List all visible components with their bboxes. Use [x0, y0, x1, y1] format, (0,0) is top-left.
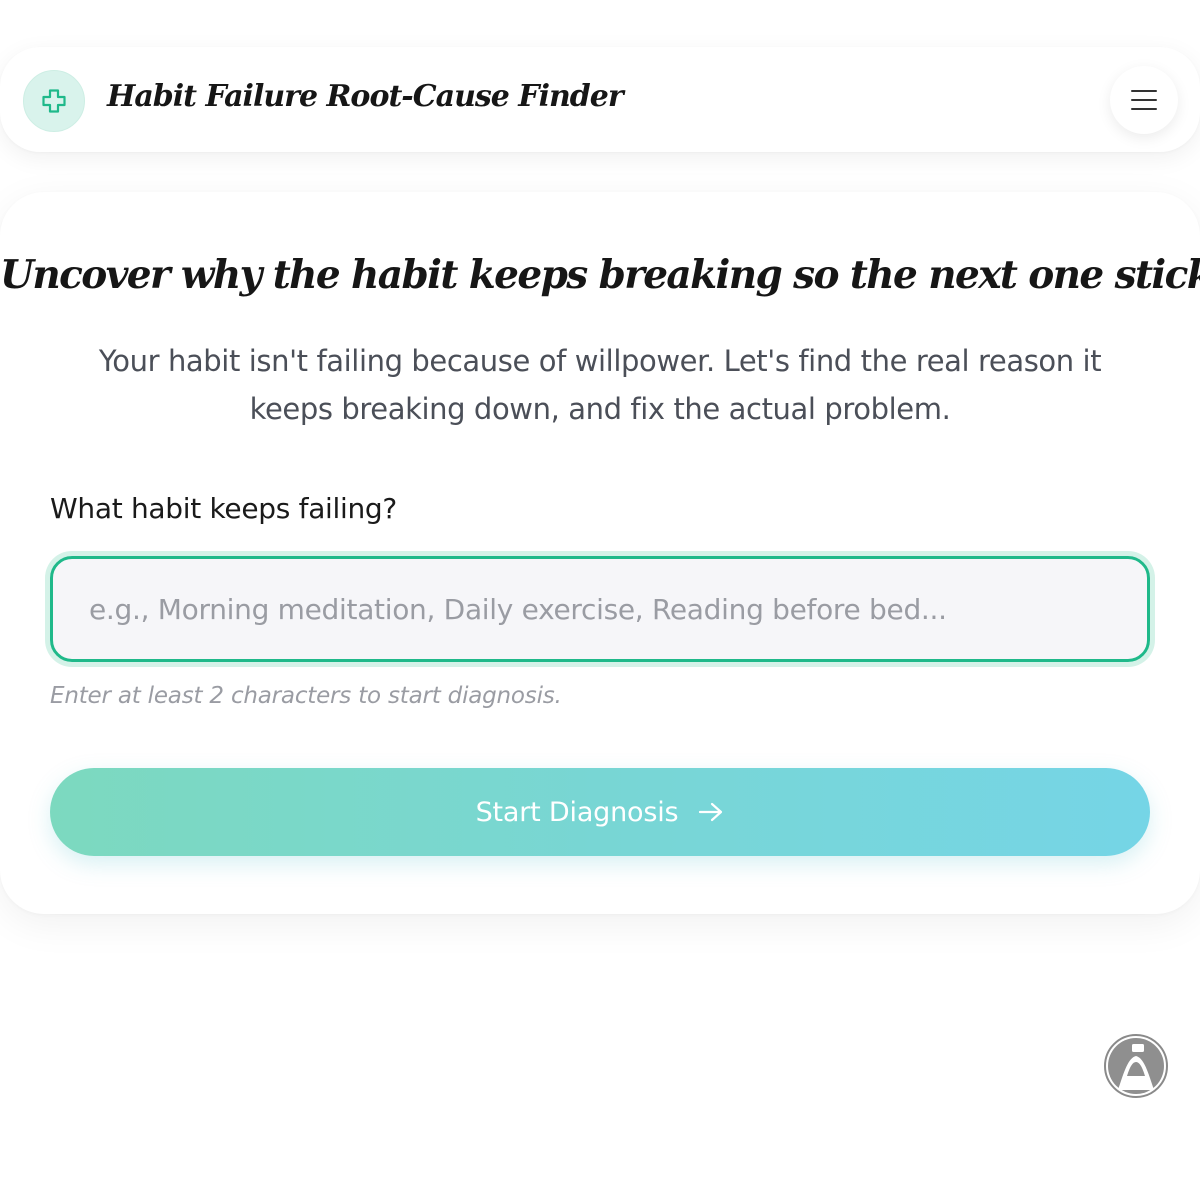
hero-subtitle: Your habit isn't failing because of will…	[98, 344, 1102, 426]
arrow-right-icon	[698, 801, 724, 823]
start-diagnosis-button[interactable]: Start Diagnosis	[50, 768, 1150, 856]
habit-field-label: What habit keeps failing?	[50, 492, 397, 525]
input-hint: Enter at least 2 characters to start dia…	[50, 683, 562, 709]
floating-avatar-button[interactable]	[1104, 1034, 1168, 1098]
logo-badge	[23, 70, 85, 132]
habit-input-wrapper	[50, 556, 1150, 662]
menu-button[interactable]	[1110, 66, 1178, 134]
app-header: Habit Failure Root-Cause Finder	[0, 47, 1200, 152]
hamburger-menu-icon	[1130, 89, 1158, 111]
medical-cross-icon	[40, 87, 68, 115]
user-avatar-icon	[1106, 1036, 1166, 1096]
diagnosis-card: Uncover why the habit keeps breaking so …	[0, 192, 1200, 914]
app-title: Habit Failure Root-Cause Finder	[107, 79, 624, 114]
page: Habit Failure Root-Cause Finder Uncover …	[0, 0, 1200, 1200]
start-diagnosis-label: Start Diagnosis	[475, 796, 679, 828]
habit-input[interactable]	[50, 556, 1150, 662]
hero-headline: Uncover why the habit keeps breaking so …	[0, 252, 1200, 298]
